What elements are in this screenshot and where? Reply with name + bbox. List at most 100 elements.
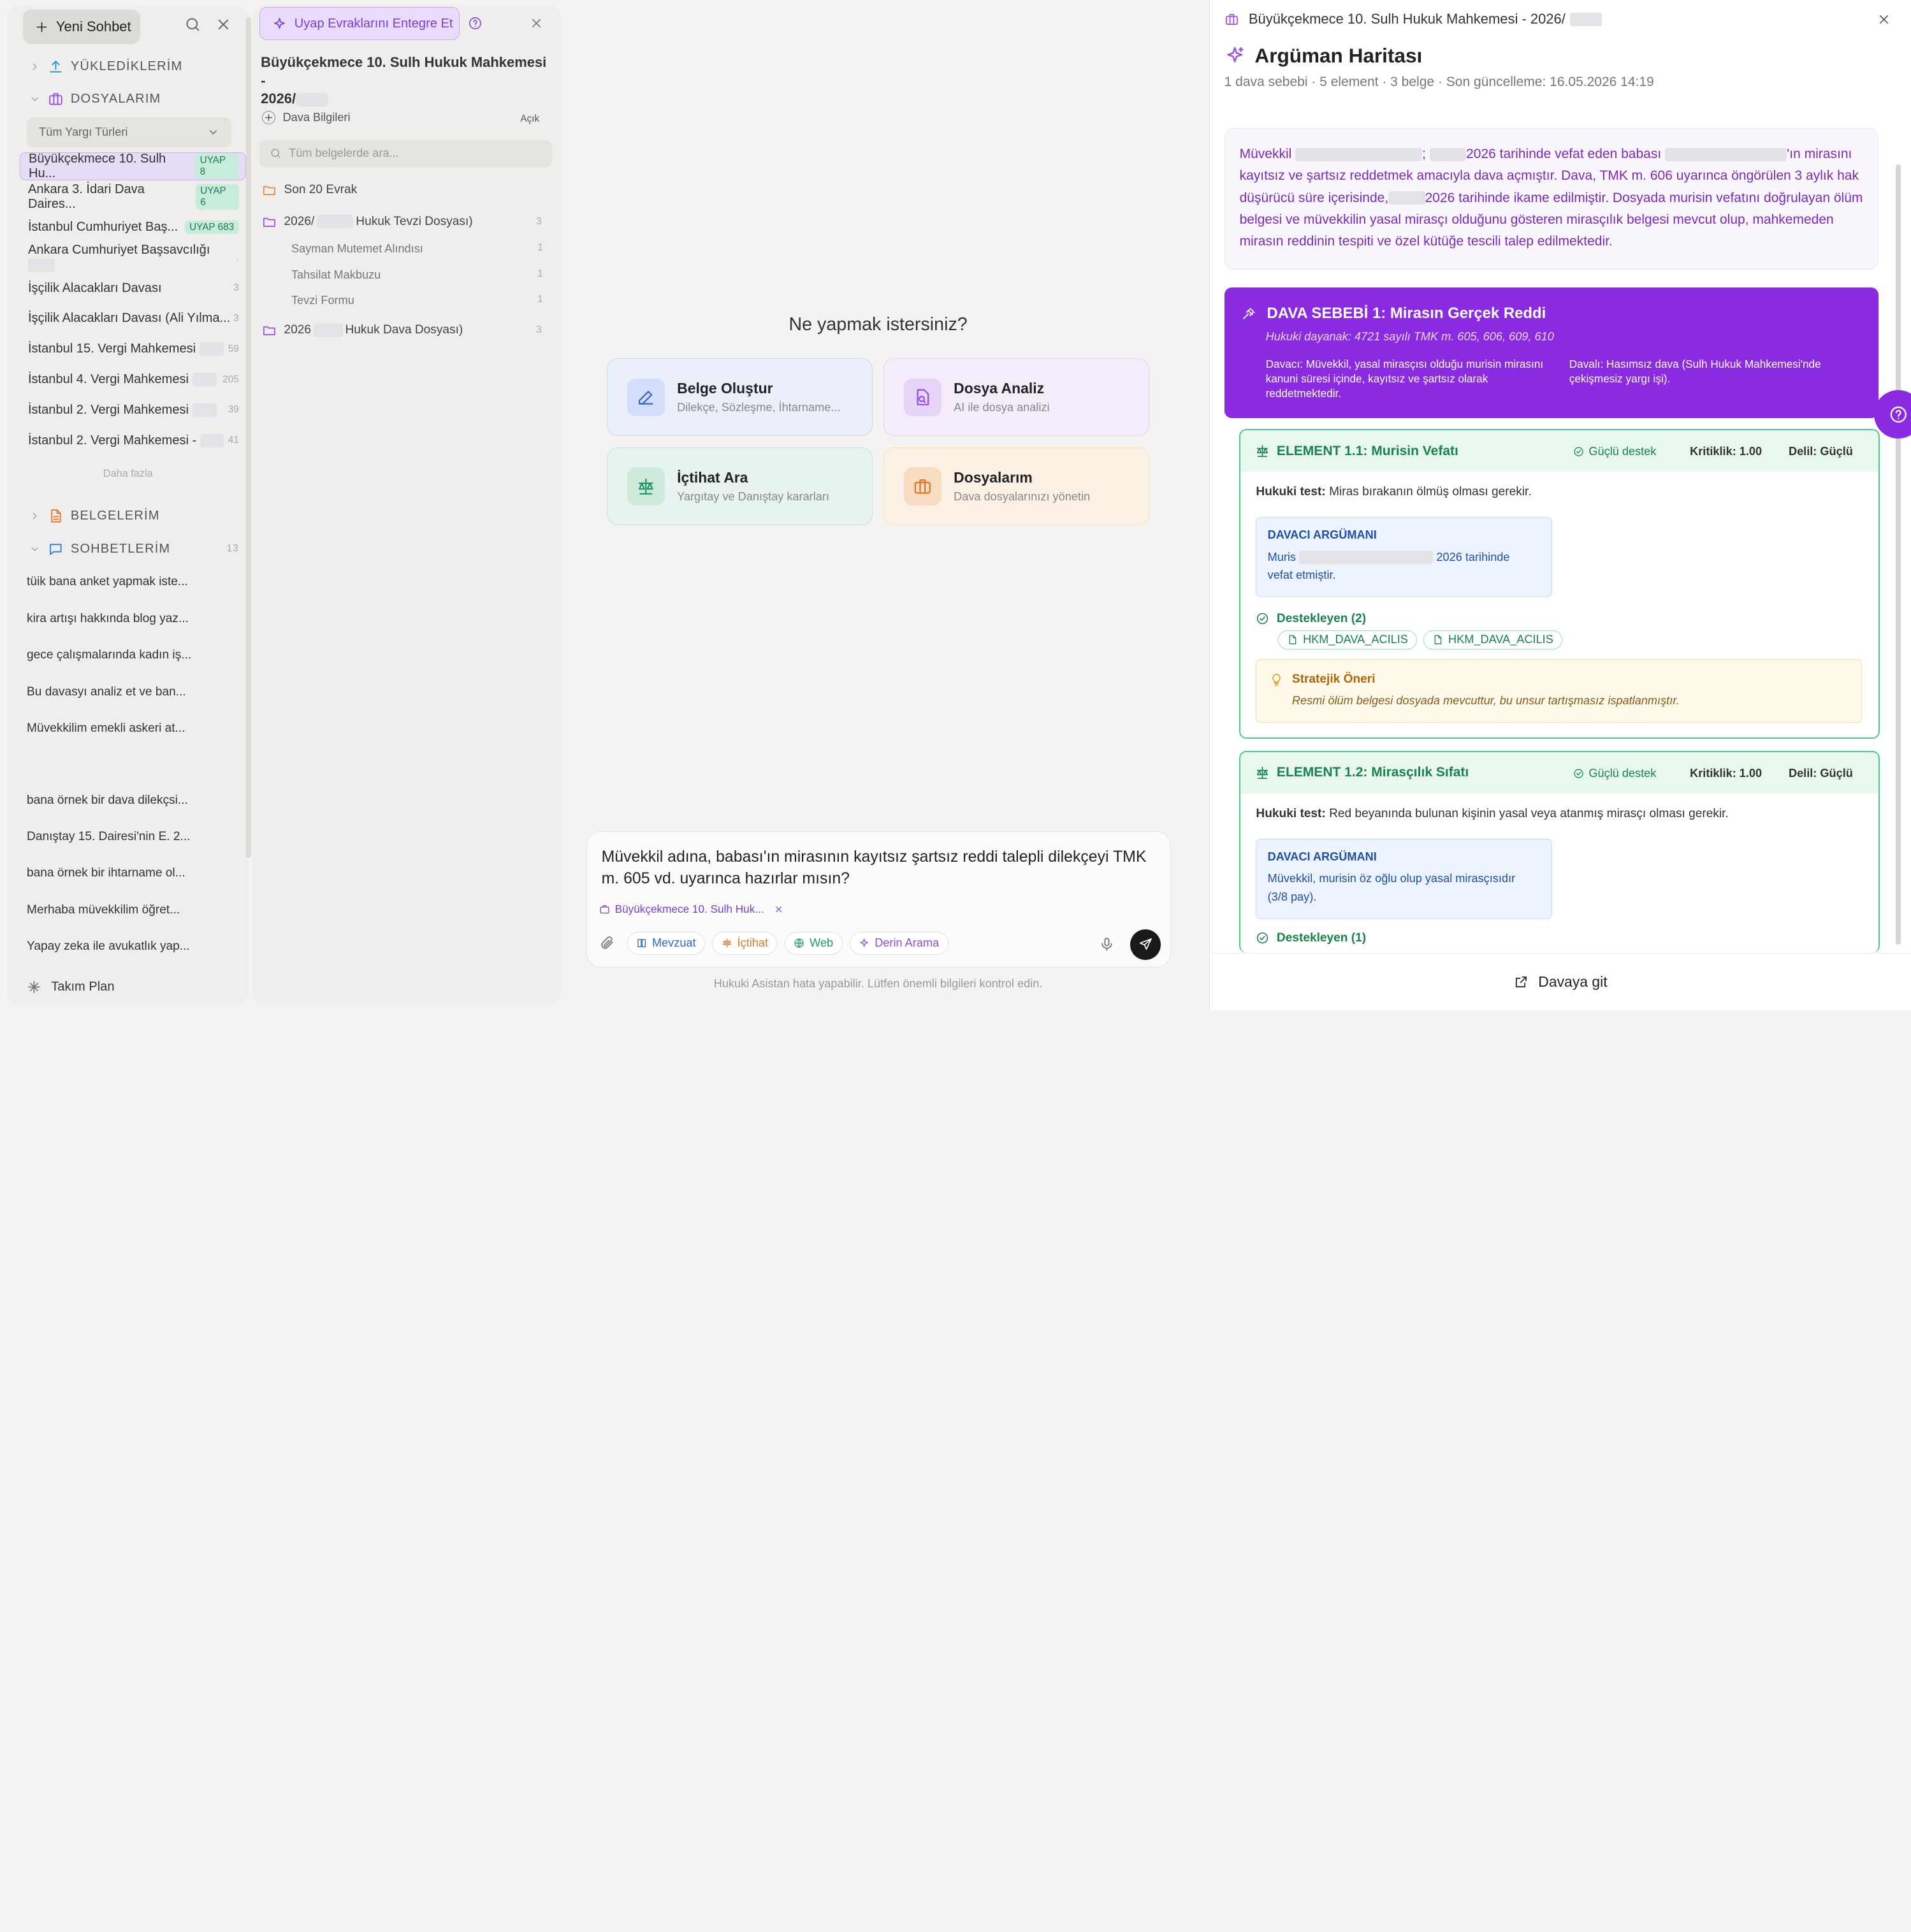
defendant-position: Davalı: Hasımsız dava (Sulh Hukuk Mahkem… — [1569, 358, 1821, 386]
file-analysis-card[interactable]: Dosya Analiz AI ile dosya analizi — [883, 358, 1149, 437]
cause-title: DAVA SEBEBİ 1: Mirasın Gerçek Reddi — [1241, 305, 1546, 323]
case-item[interactable]: Ankara Cumhuriyet Başsavcılığı . — [20, 243, 247, 272]
redaction — [313, 323, 343, 337]
send-icon — [1138, 937, 1153, 952]
summary-part: ; — [1422, 146, 1426, 161]
chat-item[interactable]: Merhaba müvekkilim öğret... — [27, 903, 234, 917]
panel-scrollbar[interactable] — [1896, 164, 1901, 945]
file-item[interactable]: Sayman Mutemet Alındısı 1 — [291, 242, 548, 256]
document-search[interactable]: Tüm belgelerde ara... — [259, 140, 553, 167]
close-icon[interactable] — [215, 16, 232, 33]
section-cases[interactable]: DOSYALARIM — [29, 91, 161, 107]
document-chip[interactable]: HKM_DAVA_ACILIS — [1277, 630, 1418, 650]
chat-item[interactable]: bana örnek bir ihtarname ol... — [27, 866, 234, 880]
section-uploads[interactable]: YÜKLEDİKLERİM — [29, 59, 182, 75]
team-plan-button[interactable]: Takım Plan — [27, 980, 115, 994]
caselaw-tool[interactable]: İçtihat — [712, 931, 778, 955]
supporting-header[interactable]: Destekleyen (2) — [1256, 612, 1366, 626]
help-icon[interactable] — [468, 16, 483, 31]
legal-test: Hukuki test: Red beyanında bulunan kişin… — [1256, 807, 1728, 821]
case-item[interactable]: İşçilik Alacakları Davası 3 — [20, 274, 247, 302]
globe-icon — [794, 938, 804, 948]
disclaimer: Hukuki Asistan hata yapabilir. Lütfen ön… — [713, 977, 1043, 991]
case-item[interactable]: İstanbul 2. Vergi Mahkemesi 39 — [20, 396, 247, 424]
new-chat-button[interactable]: Yeni Sohbet — [23, 10, 140, 44]
case-item[interactable]: İstanbul 4. Vergi Mahkemesi 205 — [20, 366, 247, 394]
close-icon[interactable] — [1877, 12, 1891, 27]
uyap-integrate-button[interactable]: Uyap Evraklarını Entegre Et — [259, 7, 460, 41]
document-chip[interactable]: HKM_DAVA_ACILIS — [1423, 630, 1563, 650]
evidence-strength: Delil: Güçlü — [1788, 444, 1853, 458]
panel-title: Büyükçekmece 10. Sulh Hukuk Mahkemesi - … — [1224, 11, 1602, 27]
briefcase-icon — [48, 91, 64, 107]
recent-documents-label: Son 20 Evrak — [284, 183, 358, 197]
supporting-header[interactable]: Destekleyen (1) — [1256, 931, 1366, 945]
chat-item[interactable]: kira artışı hakkında blog yaz... — [27, 612, 234, 626]
chat-item[interactable]: tüik bana anket yapmak iste... — [27, 575, 234, 589]
deep-search-tool[interactable]: Derin Arama — [850, 931, 948, 955]
case-item[interactable]: İstanbul 2. Vergi Mahkemesi - 41 — [20, 426, 247, 454]
case-label: Büyükçekmece 10. Sulh Hu... — [28, 151, 166, 180]
help-button[interactable] — [1873, 389, 1911, 439]
sidebar-scrollbar[interactable] — [246, 17, 251, 859]
file-item[interactable]: Tevzi Formu 1 — [291, 294, 548, 307]
chat-item[interactable]: Yapay zeka ile avukatlık yap... — [27, 940, 234, 954]
file-item[interactable]: Tahsilat Makbuzu 1 — [291, 268, 548, 282]
close-icon[interactable] — [529, 16, 544, 31]
chat-item[interactable]: Müvekkilim emekli askeri at... — [27, 722, 234, 736]
gavel-icon — [1241, 306, 1257, 322]
chat-item[interactable]: Bu davasyı analiz et ve ban... — [27, 685, 234, 699]
element-header: ELEMENT 1.2: Mirasçılık Sıfatı Güçlü des… — [1240, 752, 1879, 794]
case-count: 41 — [228, 435, 239, 446]
attached-case-label: Büyükçekmece 10. Sulh Huk... — [614, 902, 764, 915]
case-info-open[interactable]: Açık — [520, 113, 539, 125]
document-search-placeholder: Tüm belgelerde ara... — [289, 147, 399, 160]
cause-of-action: DAVA SEBEBİ 1: Mirasın Gerçek Reddi Huku… — [1224, 287, 1879, 418]
case-info-toggle[interactable]: Dava Bilgileri — [262, 110, 351, 125]
scale-icon — [627, 467, 665, 505]
panel-title-text: Büyükçekmece 10. Sulh Hukuk Mahkemesi - … — [1248, 11, 1566, 27]
chevron-down-icon — [207, 126, 219, 138]
jurisdiction-filter[interactable]: Tüm Yargı Türleri — [27, 117, 232, 148]
create-document-card[interactable]: Belge Oluştur Dilekçe, Sözleşme, İhtarnam… — [607, 358, 873, 437]
recent-documents-folder[interactable]: Son 20 Evrak — [262, 183, 357, 198]
document-chip-label: HKM_DAVA_ACILIS — [1448, 633, 1553, 646]
paperclip-icon[interactable] — [599, 935, 615, 951]
jurisdiction-filter-value: Tüm Yargı Türleri — [39, 125, 128, 138]
caselaw-search-card[interactable]: İçtihat Ara Yargıtay ve Danıştay kararlar… — [607, 447, 873, 526]
legislation-tool[interactable]: Mevzuat — [627, 931, 705, 955]
go-to-case-button[interactable]: Davaya git — [1209, 953, 1911, 1011]
chat-input[interactable]: Müvekkil adına, babası'ın mirasının kayı… — [586, 831, 1172, 968]
my-cases-card[interactable]: Dosyalarım Dava dosyalarınızı yönetin — [883, 447, 1149, 526]
folder-item[interactable]: 2026 Hukuk Dava Dosyası) 3 — [262, 323, 555, 338]
attached-case-chip[interactable]: Büyükçekmece 10. Sulh Huk... — [599, 903, 783, 916]
case-item[interactable]: İstanbul 15. Vergi Mahkemesi 59 — [20, 335, 247, 363]
sparkle-icon — [859, 938, 869, 948]
case-item[interactable]: İşçilik Alacakları Davası (Ali Yılma... 3 — [20, 305, 247, 333]
chat-item[interactable]: Danıştay 15. Dairesi'nin E. 2... — [27, 830, 234, 844]
case-count: 59 — [228, 343, 239, 354]
card-title: İçtihat Ara — [677, 469, 748, 486]
folder-item[interactable]: 2026/Hukuk Tevzi Dosyası) 3 — [262, 215, 555, 229]
section-documents[interactable]: BELGELERİM — [29, 508, 160, 524]
legal-test-text: Miras bırakanın ölmüş olması gerekir. — [1329, 485, 1532, 499]
case-item[interactable]: Büyükçekmece 10. Sulh Hu... UYAP 8 — [19, 151, 247, 180]
send-button[interactable] — [1130, 929, 1161, 960]
redaction — [1665, 147, 1787, 161]
more-cases-link[interactable]: Daha fazla — [7, 468, 249, 480]
case-item[interactable]: İstanbul Cumhuriyet Baş... UYAP 683 — [20, 214, 247, 242]
close-icon[interactable] — [774, 904, 783, 914]
file-count: 1 — [537, 242, 543, 254]
microphone-icon[interactable] — [1099, 936, 1115, 952]
message-text[interactable]: Müvekkil adına, babası'ın mirasının kayı… — [602, 846, 1163, 890]
web-tool[interactable]: Web — [784, 931, 843, 955]
support-label: Güçlü destek — [1588, 444, 1657, 458]
section-chats[interactable]: SOHBETLERİM 13 — [29, 541, 239, 557]
search-icon[interactable] — [184, 16, 201, 33]
case-item[interactable]: Ankara 3. İdari Dava Daires... UYAP 6 — [20, 182, 247, 211]
criticality: Kritiklik: 1.00 — [1690, 444, 1762, 458]
chat-item[interactable]: gece çalışmalarında kadın iş... — [27, 648, 234, 662]
upload-icon — [48, 59, 64, 75]
file-name: Tahsilat Makbuzu — [291, 268, 381, 281]
chat-item[interactable]: bana örnek bir dava dilekçsi... — [27, 794, 234, 808]
